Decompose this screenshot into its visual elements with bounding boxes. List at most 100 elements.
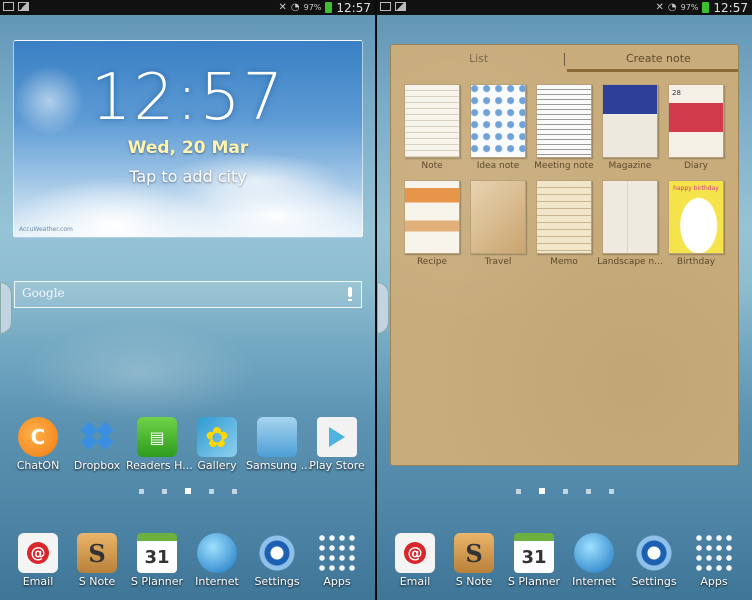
app-label: Readers H... (126, 459, 193, 472)
app-label: S Note (78, 575, 116, 588)
template-thumbnail: 28 (668, 84, 724, 158)
page-dot[interactable] (231, 488, 237, 494)
template-birthday[interactable]: happy birthday Birthday (661, 180, 731, 267)
widget-time: 12:57 (90, 61, 286, 135)
template-label: Magazine (608, 161, 652, 171)
app-label: Samsung ... (246, 459, 312, 472)
microphone-icon[interactable] (348, 287, 352, 301)
page-indicator (0, 488, 375, 494)
page-dot[interactable] (515, 488, 521, 494)
status-time: 12:57 (713, 0, 748, 15)
app-chaton[interactable]: C ChatON (7, 417, 69, 472)
page-dot[interactable] (161, 488, 167, 494)
page-dot-active[interactable] (184, 488, 191, 494)
dock-s-planner[interactable]: 31 S Planner (126, 533, 188, 588)
template-thumbnail (404, 180, 460, 254)
google-search-bar[interactable]: Google (14, 281, 362, 308)
tab-separator (564, 53, 565, 66)
template-magazine[interactable]: Magazine (595, 84, 665, 171)
dock: Email S S Note 31 S Planner Internet Set… (377, 533, 752, 600)
template-meeting-note[interactable]: Meeting note (529, 84, 599, 171)
play-store-icon (317, 417, 357, 457)
image-notification-icon (18, 2, 29, 11)
template-label: Meeting note (534, 161, 594, 171)
chaton-icon: C (18, 417, 58, 457)
multiwindow-edge-handle[interactable] (0, 282, 12, 334)
internet-icon (574, 533, 614, 573)
page-dot[interactable] (208, 488, 214, 494)
settings-icon (634, 533, 674, 573)
page-dot-active[interactable] (538, 488, 545, 494)
template-thumbnail (602, 180, 658, 254)
dock-internet[interactable]: Internet (563, 533, 625, 588)
template-label: Diary (684, 161, 708, 171)
apps-grid-icon (317, 533, 357, 573)
template-thumbnail (470, 180, 526, 254)
dock-s-note[interactable]: S S Note (66, 533, 128, 588)
internet-icon (197, 533, 237, 573)
readers-hub-icon: ▤ (137, 417, 177, 457)
app-dropbox[interactable]: Dropbox (66, 417, 128, 472)
app-label: Internet (195, 575, 239, 588)
message-icon (3, 2, 14, 11)
message-icon (380, 2, 391, 11)
template-label: Idea note (476, 161, 520, 171)
battery-icon (702, 2, 710, 13)
template-landscape-note[interactable]: Landscape n... (595, 180, 665, 267)
page-dot[interactable] (585, 488, 591, 494)
app-samsung-apps[interactable]: Samsung ... (246, 417, 312, 472)
template-label: Travel (484, 257, 512, 267)
s-note-tabs: List Create note (391, 45, 738, 73)
app-play-store[interactable]: Play Store (306, 417, 368, 472)
template-thumbnail (470, 84, 526, 158)
dock-s-planner[interactable]: 31 S Planner (503, 533, 565, 588)
template-memo[interactable]: Memo (529, 180, 599, 267)
apps-grid-icon (694, 533, 734, 573)
dock-internet[interactable]: Internet (186, 533, 248, 588)
template-note[interactable]: Note (397, 84, 467, 171)
wifi-icon: ◔ (667, 2, 677, 13)
template-idea-note[interactable]: Idea note (463, 84, 533, 171)
template-thumbnail (404, 84, 460, 158)
dock-email[interactable]: Email (384, 533, 446, 588)
weather-clock-widget[interactable]: 12:57 Wed, 20 Mar Tap to add city AccuWe… (13, 40, 363, 238)
multiwindow-edge-handle[interactable] (377, 282, 389, 334)
app-label: S Planner (130, 575, 184, 588)
dock-settings[interactable]: Settings (623, 533, 685, 588)
s-note-icon: S (454, 533, 494, 573)
mute-icon: ✕ (655, 2, 664, 13)
app-readers-hub[interactable]: ▤ Readers H... (126, 417, 193, 472)
template-label: Landscape n... (597, 257, 663, 267)
dock-s-note[interactable]: S S Note (443, 533, 505, 588)
gallery-icon (197, 417, 237, 457)
email-icon (395, 533, 435, 573)
template-travel[interactable]: Travel (463, 180, 533, 267)
status-bar: ✕ ◔ 97% 12:57 (0, 0, 375, 15)
template-label: Memo (550, 257, 578, 267)
dock-settings[interactable]: Settings (246, 533, 308, 588)
template-recipe[interactable]: Recipe (397, 180, 467, 267)
add-city-prompt[interactable]: Tap to add city (14, 167, 362, 186)
status-time: 12:57 (336, 0, 371, 15)
app-label: Apps (323, 575, 351, 588)
template-thumbnail (536, 180, 592, 254)
s-note-widget: List Create note Note Idea note Meeting … (390, 44, 739, 466)
template-label: Note (421, 161, 443, 171)
page-dot[interactable] (138, 488, 144, 494)
app-label: Email (22, 575, 54, 588)
tab-list[interactable]: List (469, 52, 488, 65)
template-diary[interactable]: 28 Diary (661, 84, 731, 171)
app-label: Internet (572, 575, 616, 588)
page-dot[interactable] (562, 488, 568, 494)
tab-create-note[interactable]: Create note (626, 52, 691, 65)
template-thumbnail (602, 84, 658, 158)
dock-email[interactable]: Email (7, 533, 69, 588)
template-label: Birthday (676, 257, 716, 267)
dock-apps[interactable]: Apps (306, 533, 368, 588)
page-dot[interactable] (608, 488, 614, 494)
s-note-icon: S (77, 533, 117, 573)
battery-icon (325, 2, 333, 13)
dock-apps[interactable]: Apps (683, 533, 745, 588)
status-bar: ✕ ◔ 97% 12:57 (377, 0, 752, 15)
app-gallery[interactable]: Gallery (186, 417, 248, 472)
